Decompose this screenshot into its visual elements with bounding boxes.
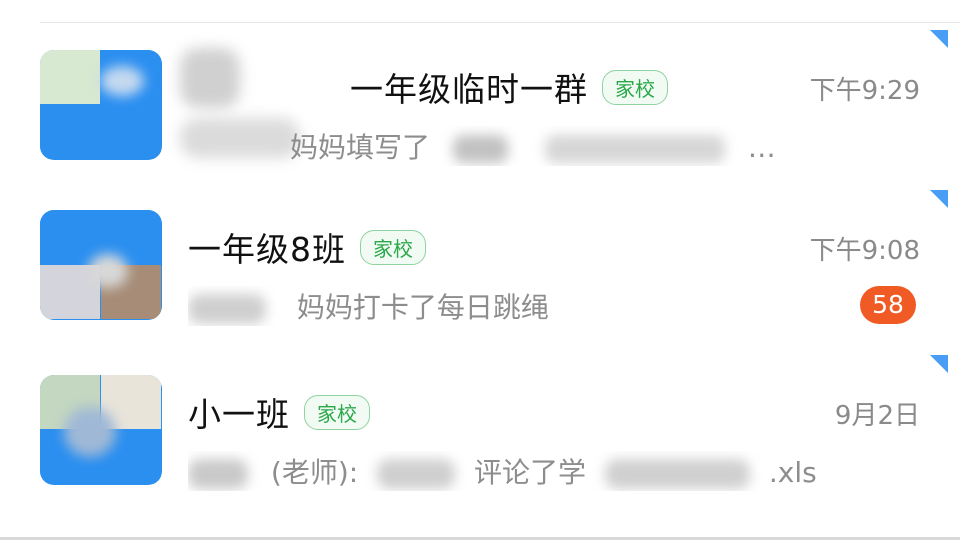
redaction [452,135,508,163]
group-avatar[interactable] [40,50,162,160]
avatar-blur [64,407,116,457]
title-line: 一年级8班 家校 [188,224,426,270]
chat-preview: 妈妈填写了 … [290,126,920,166]
chat-title: 一年级临时一群 [350,70,588,109]
chat-title: 一年级8班 [188,230,346,269]
chat-list: 一年级临时一群 家校 下午9:29 妈妈填写了 … 一年级8班 家校 下午9:0… [0,0,960,540]
title-line: 一年级临时一群 家校 [350,64,668,110]
tag-badge: 家校 [304,394,370,430]
chat-time: 9月2日 [834,401,920,431]
preview-text: 妈妈打卡了每日跳绳 [296,291,549,324]
preview-middle: 评论了学 [474,456,587,489]
pin-corner-icon [930,190,948,208]
chat-row-group-2[interactable]: 一年级8班 家校 下午9:08 妈妈打卡了每日跳绳 58 [0,190,960,350]
redaction [188,294,266,324]
redaction [544,135,725,163]
chat-row-group-3[interactable]: 小一班 家校 9月2日 (老师): 评论了学 .xls [0,355,960,515]
group-avatar[interactable] [40,375,162,485]
preview-ellipsis: … [905,131,920,164]
chat-title: 小一班 [188,395,290,434]
pin-corner-icon [930,355,948,373]
avatar-blur [88,254,128,288]
redaction [761,135,882,163]
avatar-blur [100,66,144,96]
preview-file-ext: .xls [768,456,817,489]
chat-time: 下午9:29 [809,76,920,106]
blurred-area [180,48,240,108]
blurred-area [180,118,300,158]
avatar-tile [40,105,100,159]
chat-preview: 妈妈打卡了每日跳绳 [188,286,878,326]
redaction [188,459,248,489]
avatar-tile [101,105,161,159]
redaction [377,459,456,489]
pin-corner-icon [930,30,948,48]
chat-time: 下午9:08 [809,236,920,266]
chat-preview: (老师): 评论了学 .xls [188,451,878,491]
tag-badge: 家校 [602,69,668,105]
chat-row-group-1[interactable]: 一年级临时一群 家校 下午9:29 妈妈填写了 … [0,30,960,190]
unread-badge: 58 [860,286,916,324]
avatar-tile [40,210,100,264]
preview-text: 妈妈填写了 [290,131,431,164]
redaction [604,459,750,489]
tag-badge: 家校 [360,229,426,265]
avatar-tile [40,50,100,104]
preview-prefix: (老师): [270,456,359,489]
group-avatar[interactable] [40,210,162,320]
title-line: 小一班 家校 [188,389,370,435]
